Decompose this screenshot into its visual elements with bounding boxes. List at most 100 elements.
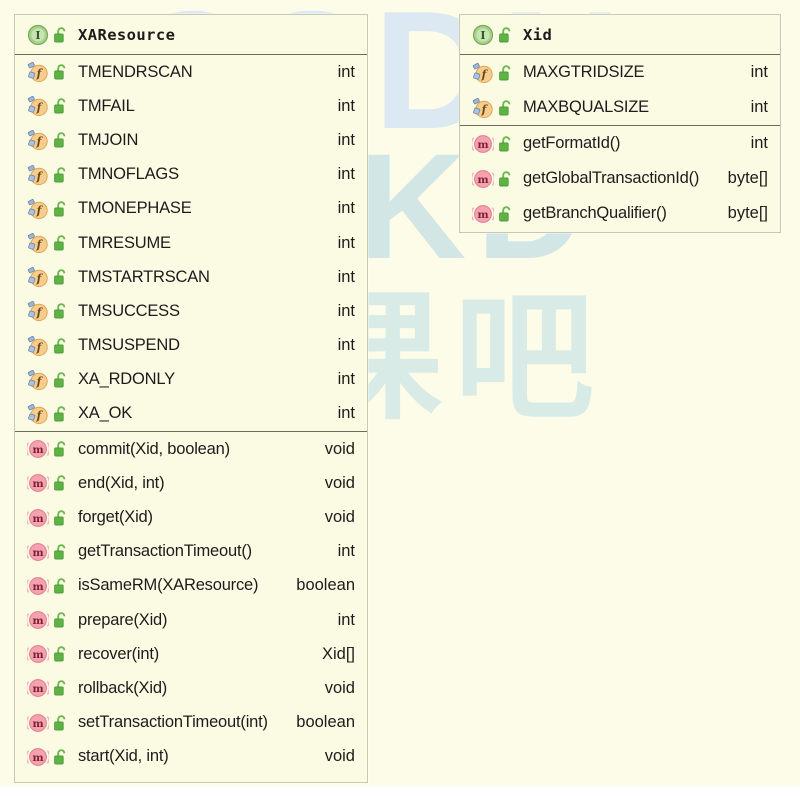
- method-row[interactable]: m getGlobalTransactionId() byte[]: [460, 161, 780, 196]
- unlock-icon: [53, 679, 68, 697]
- method-row[interactable]: m commit(Xid, boolean) void: [15, 432, 367, 466]
- field-row[interactable]: f TMNOFLAGS int: [15, 158, 367, 192]
- method-row[interactable]: m forget(Xid) void: [15, 500, 367, 534]
- field-row[interactable]: f TMFAIL int: [15, 89, 367, 123]
- unlock-icon: [53, 302, 68, 320]
- static-field-icon: f: [27, 198, 49, 220]
- unlock-icon: [498, 64, 513, 82]
- class-header-xid: I Xid: [460, 15, 780, 55]
- unlock-icon: [53, 474, 68, 492]
- class-header-xaresource: I XAResource: [15, 15, 367, 55]
- member-name: TMONEPHASE: [78, 199, 192, 218]
- field-row[interactable]: f TMSUSPEND int: [15, 329, 367, 363]
- field-row[interactable]: f TMENDRSCAN int: [15, 55, 367, 89]
- static-field-icon: f: [27, 369, 49, 391]
- method-row[interactable]: m getBranchQualifier() byte[]: [460, 196, 780, 231]
- svg-text:m: m: [477, 174, 488, 186]
- method-icon: m: [27, 438, 49, 460]
- field-row[interactable]: f TMSUCCESS int: [15, 294, 367, 328]
- member-type: int: [750, 134, 768, 152]
- static-field-icon: f: [27, 266, 49, 288]
- member-name: end(Xid, int): [78, 473, 165, 492]
- member-type: int: [337, 96, 355, 115]
- method-row[interactable]: m setTransactionTimeout(int) boolean: [15, 706, 367, 740]
- member-name: MAXBQUALSIZE: [523, 98, 649, 116]
- method-row[interactable]: m prepare(Xid) int: [15, 603, 367, 637]
- unlock-icon: [53, 337, 68, 355]
- member-name: XA_OK: [78, 404, 133, 423]
- unlock-icon: [53, 509, 68, 527]
- unlock-icon: [53, 440, 68, 458]
- member-name: MAXGTRIDSIZE: [523, 63, 645, 81]
- field-row[interactable]: f TMRESUME int: [15, 226, 367, 260]
- member-type: int: [337, 370, 355, 389]
- field-row[interactable]: f TMJOIN int: [15, 123, 367, 157]
- member-name: setTransactionTimeout(int): [78, 713, 268, 732]
- unlock-icon: [53, 131, 68, 149]
- member-type: int: [750, 63, 768, 81]
- method-row[interactable]: m isSameRM(XAResource) boolean: [15, 569, 367, 603]
- method-icon: m: [27, 746, 49, 768]
- static-field-icon: f: [27, 129, 49, 151]
- class-fields-section-xaresource: f TMENDRSCAN int f TMFAIL int f TMJOIN int f TMNOF…: [15, 55, 367, 431]
- method-icon: m: [27, 507, 49, 529]
- member-type: int: [337, 130, 355, 149]
- member-type: int: [337, 62, 355, 81]
- member-type: int: [337, 301, 355, 320]
- unlock-icon: [53, 748, 68, 766]
- method-row[interactable]: m start(Xid, int) void: [15, 740, 367, 774]
- unlock-icon: [53, 234, 68, 252]
- method-row[interactable]: m getTransactionTimeout() int: [15, 535, 367, 569]
- field-row[interactable]: f MAXGTRIDSIZE int: [460, 55, 780, 90]
- member-type: Xid[]: [321, 644, 355, 663]
- method-row[interactable]: m rollback(Xid) void: [15, 671, 367, 705]
- static-field-icon: f: [27, 300, 49, 322]
- class-fields-section-xid: f MAXGTRIDSIZE int f MAXBQUALSIZE int: [460, 55, 780, 125]
- method-row[interactable]: m getFormatId() int: [460, 126, 780, 161]
- member-type: int: [337, 165, 355, 184]
- svg-text:m: m: [32, 683, 43, 695]
- interface-icon: I: [27, 24, 49, 46]
- field-row[interactable]: f TMSTARTRSCAN int: [15, 260, 367, 294]
- method-icon: m: [27, 541, 49, 563]
- method-icon: m: [27, 575, 49, 597]
- class-box-xid[interactable]: I Xid f MAXGTRIDSIZE int f MAXBQUALSIZE int m…: [459, 14, 781, 233]
- svg-text:m: m: [477, 209, 488, 221]
- class-box-xaresource[interactable]: I XAResource f TMENDRSCAN int f TMFAIL int f TM…: [14, 14, 368, 783]
- member-type: void: [324, 678, 355, 697]
- unlock-icon: [53, 26, 68, 44]
- static-field-icon: f: [472, 62, 494, 84]
- unlock-icon: [53, 371, 68, 389]
- member-name: isSameRM(XAResource): [78, 576, 259, 595]
- svg-text:m: m: [477, 139, 488, 151]
- field-row[interactable]: f XA_OK int: [15, 397, 367, 431]
- field-row[interactable]: f TMONEPHASE int: [15, 192, 367, 226]
- field-row[interactable]: f XA_RDONLY int: [15, 363, 367, 397]
- svg-text:m: m: [32, 581, 43, 593]
- static-field-icon: f: [27, 61, 49, 83]
- svg-text:I: I: [35, 29, 40, 42]
- member-name: getBranchQualifier(): [523, 204, 667, 222]
- member-name: getTransactionTimeout(): [78, 542, 252, 561]
- field-row[interactable]: f MAXBQUALSIZE int: [460, 90, 780, 125]
- method-icon: m: [472, 168, 494, 190]
- member-type: int: [337, 404, 355, 423]
- interface-icon: I: [472, 24, 494, 46]
- unlock-icon: [53, 405, 68, 423]
- unlock-icon: [53, 63, 68, 81]
- method-icon: m: [472, 133, 494, 155]
- member-type: boolean: [296, 576, 355, 595]
- method-row[interactable]: m end(Xid, int) void: [15, 466, 367, 500]
- static-field-icon: f: [27, 335, 49, 357]
- svg-text:m: m: [32, 478, 43, 490]
- member-type: void: [324, 439, 355, 458]
- member-name: commit(Xid, boolean): [78, 439, 230, 458]
- svg-text:m: m: [32, 649, 43, 661]
- unlock-icon: [498, 99, 513, 117]
- method-row[interactable]: m recover(int) Xid[]: [15, 637, 367, 671]
- member-name: recover(int): [78, 644, 160, 663]
- member-name: XA_RDONLY: [78, 370, 175, 389]
- member-name: TMJOIN: [78, 130, 139, 149]
- unlock-icon: [498, 205, 513, 223]
- member-type: int: [750, 98, 768, 116]
